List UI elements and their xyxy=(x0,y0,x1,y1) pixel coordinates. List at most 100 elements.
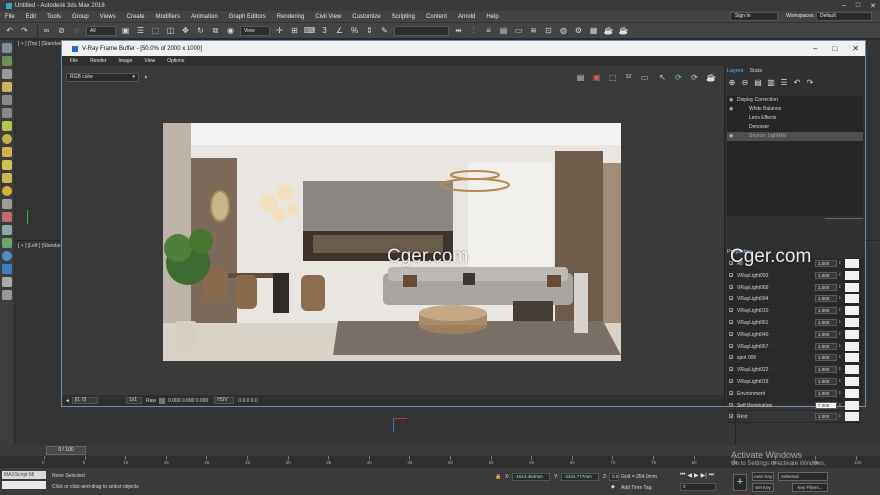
y-coord-field[interactable]: -2424.777mm xyxy=(561,473,599,481)
history-icon[interactable]: S2 xyxy=(624,73,633,82)
hierarchy-panel-icon[interactable] xyxy=(2,69,12,79)
delete-layer-icon[interactable]: ⊖ xyxy=(740,78,750,88)
utilities-panel-icon[interactable] xyxy=(2,108,12,118)
menu-modifiers[interactable]: Modifiers xyxy=(156,14,180,20)
save-layers-icon[interactable]: ▤ xyxy=(753,78,763,88)
vfb-title-bar[interactable]: V-Ray Frame Buffer - [50.0% of 2000 x 10… xyxy=(62,41,865,56)
checkbox[interactable]: ✓ xyxy=(729,272,733,277)
menu-create[interactable]: Create xyxy=(127,14,145,20)
spinner-snap-icon[interactable]: ⇕ xyxy=(364,25,375,36)
rect-selection-icon[interactable]: ⬚ xyxy=(150,25,161,36)
panel-splitter[interactable] xyxy=(825,218,863,219)
tab-stats[interactable]: Stats xyxy=(750,68,763,74)
eye-icon[interactable]: ◉ xyxy=(729,105,733,114)
render-production-icon[interactable]: ☕ xyxy=(603,25,614,36)
select-object-icon[interactable]: ▣ xyxy=(120,25,131,36)
color-picker-icon[interactable]: ◐ xyxy=(142,73,151,82)
selection-filter-select[interactable]: All xyxy=(86,25,116,36)
vfb-mode-select[interactable]: HSV xyxy=(214,397,235,404)
vfb-menu-options[interactable]: Options xyxy=(167,58,184,64)
systems-icon[interactable] xyxy=(2,251,12,261)
color-swatch[interactable] xyxy=(845,306,859,316)
time-slider[interactable]: 0 / 100 xyxy=(46,446,86,455)
create-panel-icon[interactable] xyxy=(2,43,12,53)
align-icon[interactable]: ⫶ xyxy=(468,25,479,36)
z-coord-field[interactable]: 0.0mm xyxy=(609,473,619,481)
rendered-frame-window-icon[interactable]: ▦ xyxy=(588,25,599,36)
ribbon-icon[interactable]: ▭ xyxy=(513,25,524,36)
color-swatch[interactable] xyxy=(845,412,859,422)
geosphere-primitive-icon[interactable] xyxy=(2,186,12,196)
select-manipulate-icon[interactable]: ⊞ xyxy=(289,25,300,36)
window-crossing-icon[interactable]: ◫ xyxy=(165,25,176,36)
unlink-icon[interactable]: ⊘ xyxy=(56,25,67,36)
keyboard-shortcut-icon[interactable]: ⌨ xyxy=(304,25,316,36)
current-frame-field[interactable]: 0 xyxy=(680,483,716,491)
snaps-toggle-icon[interactable]: 3 xyxy=(319,25,330,36)
spinner-icon[interactable]: ⇕ xyxy=(838,354,841,359)
sign-in-dropdown[interactable]: Sign In xyxy=(730,12,778,21)
create-layer-icon[interactable]: ⊕ xyxy=(727,78,737,88)
lights-icon[interactable] xyxy=(2,212,12,222)
checkbox[interactable]: ✓ xyxy=(729,402,733,407)
spinner-icon[interactable]: ⇕ xyxy=(838,272,841,277)
prop-value[interactable]: 1.000 xyxy=(815,377,837,385)
spinner-icon[interactable]: ⇕ xyxy=(838,390,841,395)
prop-value[interactable]: 1.000 xyxy=(815,271,837,279)
particle-systems-icon[interactable] xyxy=(2,290,12,300)
checkbox[interactable]: ✓ xyxy=(729,355,733,360)
render-icon[interactable]: ☕ xyxy=(706,73,716,82)
menu-arnold[interactable]: Arnold xyxy=(458,14,475,20)
mirror-icon[interactable]: ⇹ xyxy=(453,25,464,36)
spinner-icon[interactable]: ⇕ xyxy=(838,331,841,336)
display-panel-icon[interactable] xyxy=(2,95,12,105)
menu-scripting[interactable]: Scripting xyxy=(392,14,415,20)
torus-primitive-icon[interactable] xyxy=(2,160,12,170)
time-tag-icon[interactable]: ◆ xyxy=(611,484,615,490)
angle-snap-icon[interactable]: ∠ xyxy=(334,25,345,36)
rotate-icon[interactable]: ↻ xyxy=(195,25,206,36)
named-selection-select[interactable] xyxy=(394,25,449,36)
vfb-menu-image[interactable]: Image xyxy=(118,58,132,64)
previous-frame-icon[interactable]: ◀ xyxy=(687,472,692,479)
vfb-expand-icon[interactable]: ◄ xyxy=(65,398,70,404)
render-setup-icon[interactable]: ⚙ xyxy=(573,25,584,36)
menu-customize[interactable]: Customize xyxy=(352,14,380,20)
vfb-close-icon[interactable]: ✕ xyxy=(852,44,859,53)
pick-icon[interactable]: ↖ xyxy=(658,73,667,82)
tree-row-lens-effects[interactable]: Lens Effects xyxy=(727,114,863,123)
menu-views[interactable]: Views xyxy=(100,14,116,20)
redo-icon[interactable]: ↷ xyxy=(19,25,30,36)
curve-editor-icon[interactable]: ≋ xyxy=(528,25,539,36)
go-to-start-icon[interactable]: ⏮ xyxy=(680,472,685,479)
prop-value[interactable]: 7.000 xyxy=(815,401,837,409)
load-layers-icon[interactable]: ▥ xyxy=(766,78,776,88)
x-coord-field[interactable]: -1613.454mm xyxy=(512,473,550,481)
prop-value[interactable]: 1.000 xyxy=(815,307,837,315)
prop-value[interactable]: 1.000 xyxy=(815,354,837,362)
vfb-menu-file[interactable]: File xyxy=(70,58,78,64)
sphere-primitive-icon[interactable] xyxy=(2,134,12,144)
color-swatch[interactable] xyxy=(845,388,859,398)
checkbox[interactable]: ✓ xyxy=(729,367,733,372)
edit-named-sets-icon[interactable]: ✎ xyxy=(379,25,390,36)
spinner-icon[interactable]: ⇕ xyxy=(838,366,841,371)
prop-value[interactable]: 1.000 xyxy=(815,366,837,374)
next-frame-icon[interactable]: ▶| xyxy=(701,472,707,479)
scene-explorer-icon[interactable]: ▤ xyxy=(498,25,509,36)
undo-layer-icon[interactable]: ↶ xyxy=(792,78,802,88)
vfb-minimize-icon[interactable]: – xyxy=(813,44,817,53)
prop-value[interactable]: 1.000 xyxy=(815,413,837,421)
color-swatch[interactable] xyxy=(845,341,859,351)
spinner-icon[interactable]: ⇕ xyxy=(838,295,841,300)
set-key-button[interactable]: Set Key xyxy=(752,483,774,492)
color-swatch[interactable] xyxy=(845,400,859,410)
box-primitive-icon[interactable] xyxy=(2,121,12,131)
spinner-icon[interactable]: ⇕ xyxy=(838,284,841,289)
menu-tools[interactable]: Tools xyxy=(47,14,61,20)
prop-value[interactable]: 1.000 xyxy=(815,295,837,303)
checkbox[interactable]: ✓ xyxy=(729,284,733,289)
color-swatch[interactable] xyxy=(845,294,859,304)
render-iterative-icon[interactable]: ☕ xyxy=(618,25,629,36)
save-image-icon[interactable]: ▤ xyxy=(576,73,585,82)
